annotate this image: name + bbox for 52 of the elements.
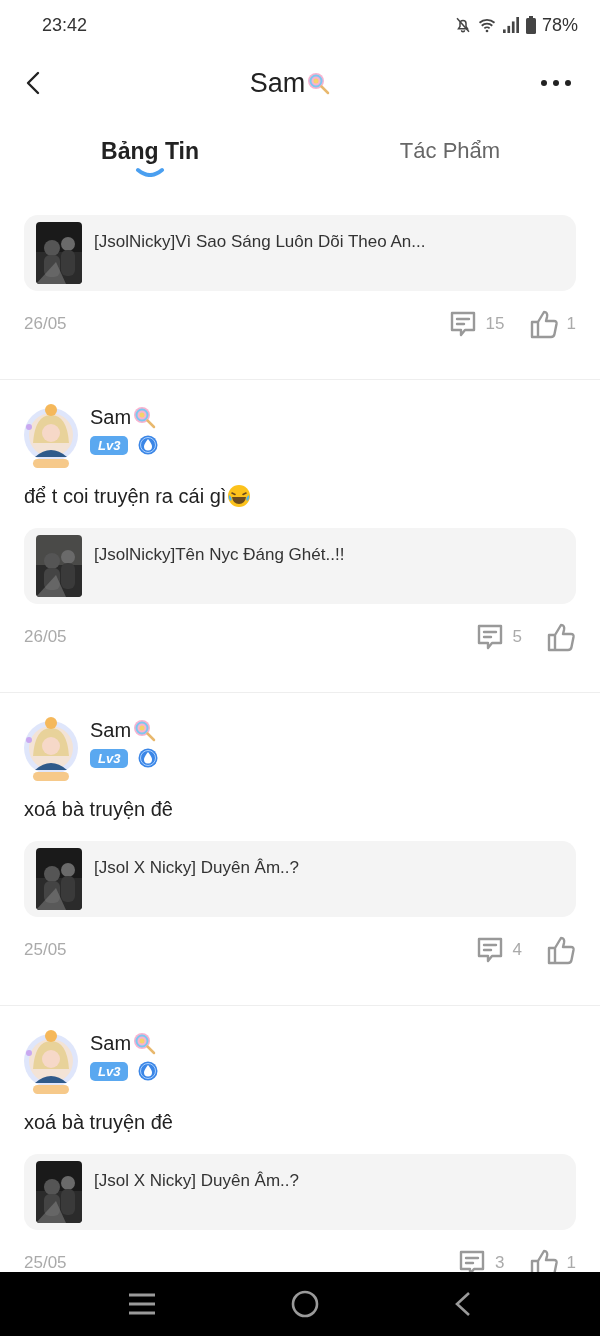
post-date: 25/05 [24,1253,67,1272]
thumbs-up-icon[interactable] [528,309,559,339]
thumbs-up-icon[interactable] [528,1248,559,1272]
thumbs-up-icon[interactable] [546,935,576,965]
post-date: 26/05 [24,627,67,647]
home-icon[interactable] [291,1290,319,1318]
laughing-emoji-icon [227,484,252,508]
post-date: 26/05 [24,314,67,334]
lollipop-icon [132,718,157,742]
drop-badge-icon [138,435,159,455]
level-badge: Lv3 [90,435,129,455]
thumbs-up-icon[interactable] [546,622,576,652]
battery-icon [525,16,536,34]
story-card[interactable]: [Jsol X Nicky] Duyên Âm..? [24,1154,576,1230]
status-time: 23:42 [42,14,88,36]
post-date: 25/05 [24,940,67,960]
tab[interactable]: Bảng Tin [101,138,199,165]
comment-count: 15 [485,314,505,334]
story-card[interactable]: [Jsol X Nicky] Duyên Âm..? [24,841,576,917]
comment-count: 3 [495,1253,505,1272]
lollipop-icon [132,1031,157,1055]
more-icon[interactable] [540,79,572,87]
author-name: Sam [90,1031,132,1055]
like-count: 1 [566,314,576,334]
page-title: Sam [249,67,306,99]
story-title: [JsolNicky]Tên Nyc Đáng Ghét..!! [94,545,345,565]
level-badge: Lv3 [90,748,129,768]
post-text: xoá bà truyện đê [24,1110,173,1135]
author-name: Sam [90,718,132,742]
battery-level: 78% [541,14,578,36]
level-badge: Lv3 [90,1061,129,1081]
story-title: [Jsol X Nicky] Duyên Âm..? [94,1171,299,1191]
like-count: 1 [566,1253,576,1272]
menu-icon[interactable] [127,1293,156,1315]
wifi-icon [477,17,496,33]
author-name: Sam [90,405,132,429]
post-text: xoá bà truyện đê [24,797,173,822]
lollipop-icon [306,71,331,95]
drop-badge-icon [138,1061,159,1081]
signal-icon [501,17,520,33]
tab-indicator [135,167,165,177]
drop-badge-icon [138,748,159,768]
comment-count: 4 [512,940,522,960]
story-title: [Jsol X Nicky] Duyên Âm..? [94,858,299,878]
story-card[interactable]: [JsolNicky]Vì Sao Sáng Luôn Dõi Theo An... [24,215,576,291]
story-title: [JsolNicky]Vì Sao Sáng Luôn Dõi Theo An... [94,232,426,252]
lollipop-icon [132,405,157,429]
back-icon[interactable] [26,71,40,95]
post-text: để t coi truyện ra cái gì [24,484,227,509]
comment-count: 5 [512,627,522,647]
story-card[interactable]: [JsolNicky]Tên Nyc Đáng Ghét..!! [24,528,576,604]
tab[interactable]: Tác Phẩm [399,138,501,164]
